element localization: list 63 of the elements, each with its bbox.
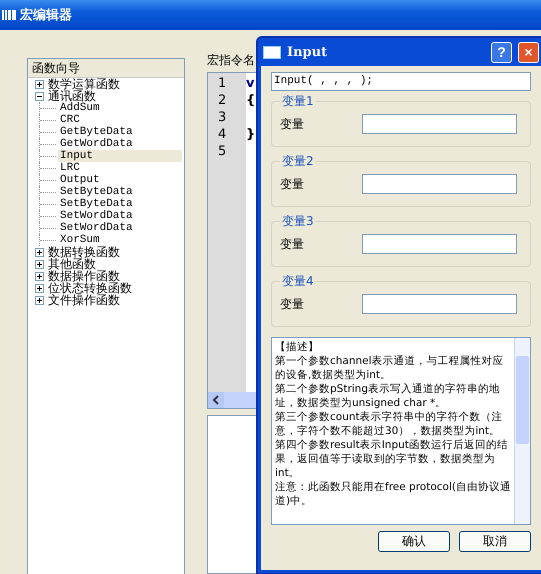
line-number: 4 (217, 126, 228, 143)
tree-item[interactable]: 位状态转换函数 (48, 282, 132, 294)
expression-field[interactable]: Input( , , , ); (271, 72, 531, 91)
expander-icon[interactable] (35, 248, 44, 256)
line-number: 1 (217, 75, 228, 92)
description-text: 第二个参数pString表示写入通道的字符串的地址，数据类型为unsigned char *。 (275, 382, 502, 410)
tree-item[interactable]: CRC (58, 114, 82, 126)
tree-item[interactable]: GetByteData (58, 126, 135, 138)
tree-item[interactable]: 文件操作函数 (48, 294, 120, 306)
tree-item[interactable]: 数学运算函数 (48, 78, 120, 90)
code-text: } (246, 127, 256, 142)
variable-input[interactable] (362, 174, 517, 194)
expander-icon[interactable] (35, 92, 44, 100)
expander-icon[interactable] (35, 80, 44, 88)
line-number: 2 (217, 92, 228, 109)
variable-input[interactable] (362, 294, 517, 314)
code-editor[interactable]: 1 2 3 4 5 v { } (207, 72, 259, 409)
help-button[interactable]: ? (491, 42, 512, 62)
tree-item[interactable]: Output (58, 174, 102, 186)
line-number: 3 (217, 109, 228, 126)
close-button[interactable]: × (518, 42, 539, 62)
expander-icon[interactable] (35, 272, 44, 280)
tree-item[interactable]: 数据转换函数 (48, 246, 120, 258)
tree-item[interactable]: SetByteData (58, 186, 135, 198)
confirm-button[interactable]: 确认 (378, 531, 450, 552)
variable-label: 变量 (280, 116, 305, 132)
expander-icon[interactable] (35, 296, 44, 304)
variable-label: 变量 (280, 236, 305, 252)
dialog-title: Input (287, 44, 328, 60)
variable-input[interactable] (362, 114, 517, 134)
window-title: 宏编辑器 (20, 6, 72, 24)
expander-icon[interactable] (35, 260, 44, 268)
cancel-button[interactable]: 取消 (459, 531, 531, 552)
line-number: 5 (217, 143, 228, 160)
macro-name-label: 宏指令名 (207, 52, 255, 68)
horizontal-scrollbar[interactable] (208, 392, 258, 408)
window-icon (263, 46, 281, 58)
tree-item[interactable]: Input (58, 150, 182, 162)
description-text: 注意：此函数只能用在free protocol(自由协议通道)中。 (275, 480, 512, 508)
code-text: { (246, 93, 256, 108)
tree-header: 函数向导 (28, 59, 184, 78)
expander-icon[interactable] (35, 284, 44, 292)
description-text: 第三个参数count表示字符串中的字符个数（注意，字符个数不能超过30），数据类型为int。 (275, 410, 504, 438)
tree-item[interactable]: SetByteData (58, 198, 135, 210)
description-text: 第四个参数result表示Input函数运行后返回的结果，返回值等于读取到的字节数，数据类型为int。 (275, 438, 509, 480)
description-text: 【描述】 (275, 340, 320, 354)
variable-input[interactable] (362, 234, 517, 254)
description-text: 第一个参数channel表示通道，与工程属性对应的设备,数据类型为int。 (275, 354, 505, 382)
code-text: v (246, 76, 254, 91)
tree-item[interactable]: SetWordData (58, 210, 135, 222)
tree-item[interactable]: SetWordData (58, 222, 135, 234)
tree-item[interactable]: 通讯函数 (48, 90, 96, 102)
variable-label: 变量 (280, 176, 305, 192)
tree-item[interactable]: LRC (58, 162, 82, 174)
tree-item[interactable]: GetWordData (58, 138, 135, 150)
variable-label: 变量 (280, 296, 305, 312)
tree-item[interactable]: 其他函数 (48, 258, 96, 270)
tree-item[interactable]: 数据操作函数 (48, 270, 120, 282)
tree-item[interactable]: AddSum (58, 102, 102, 114)
app-logo-icon (2, 9, 16, 21)
scroll-left-icon[interactable] (208, 392, 224, 408)
tree-item[interactable]: XorSum (58, 234, 102, 246)
vertical-scrollbar[interactable] (514, 338, 530, 524)
